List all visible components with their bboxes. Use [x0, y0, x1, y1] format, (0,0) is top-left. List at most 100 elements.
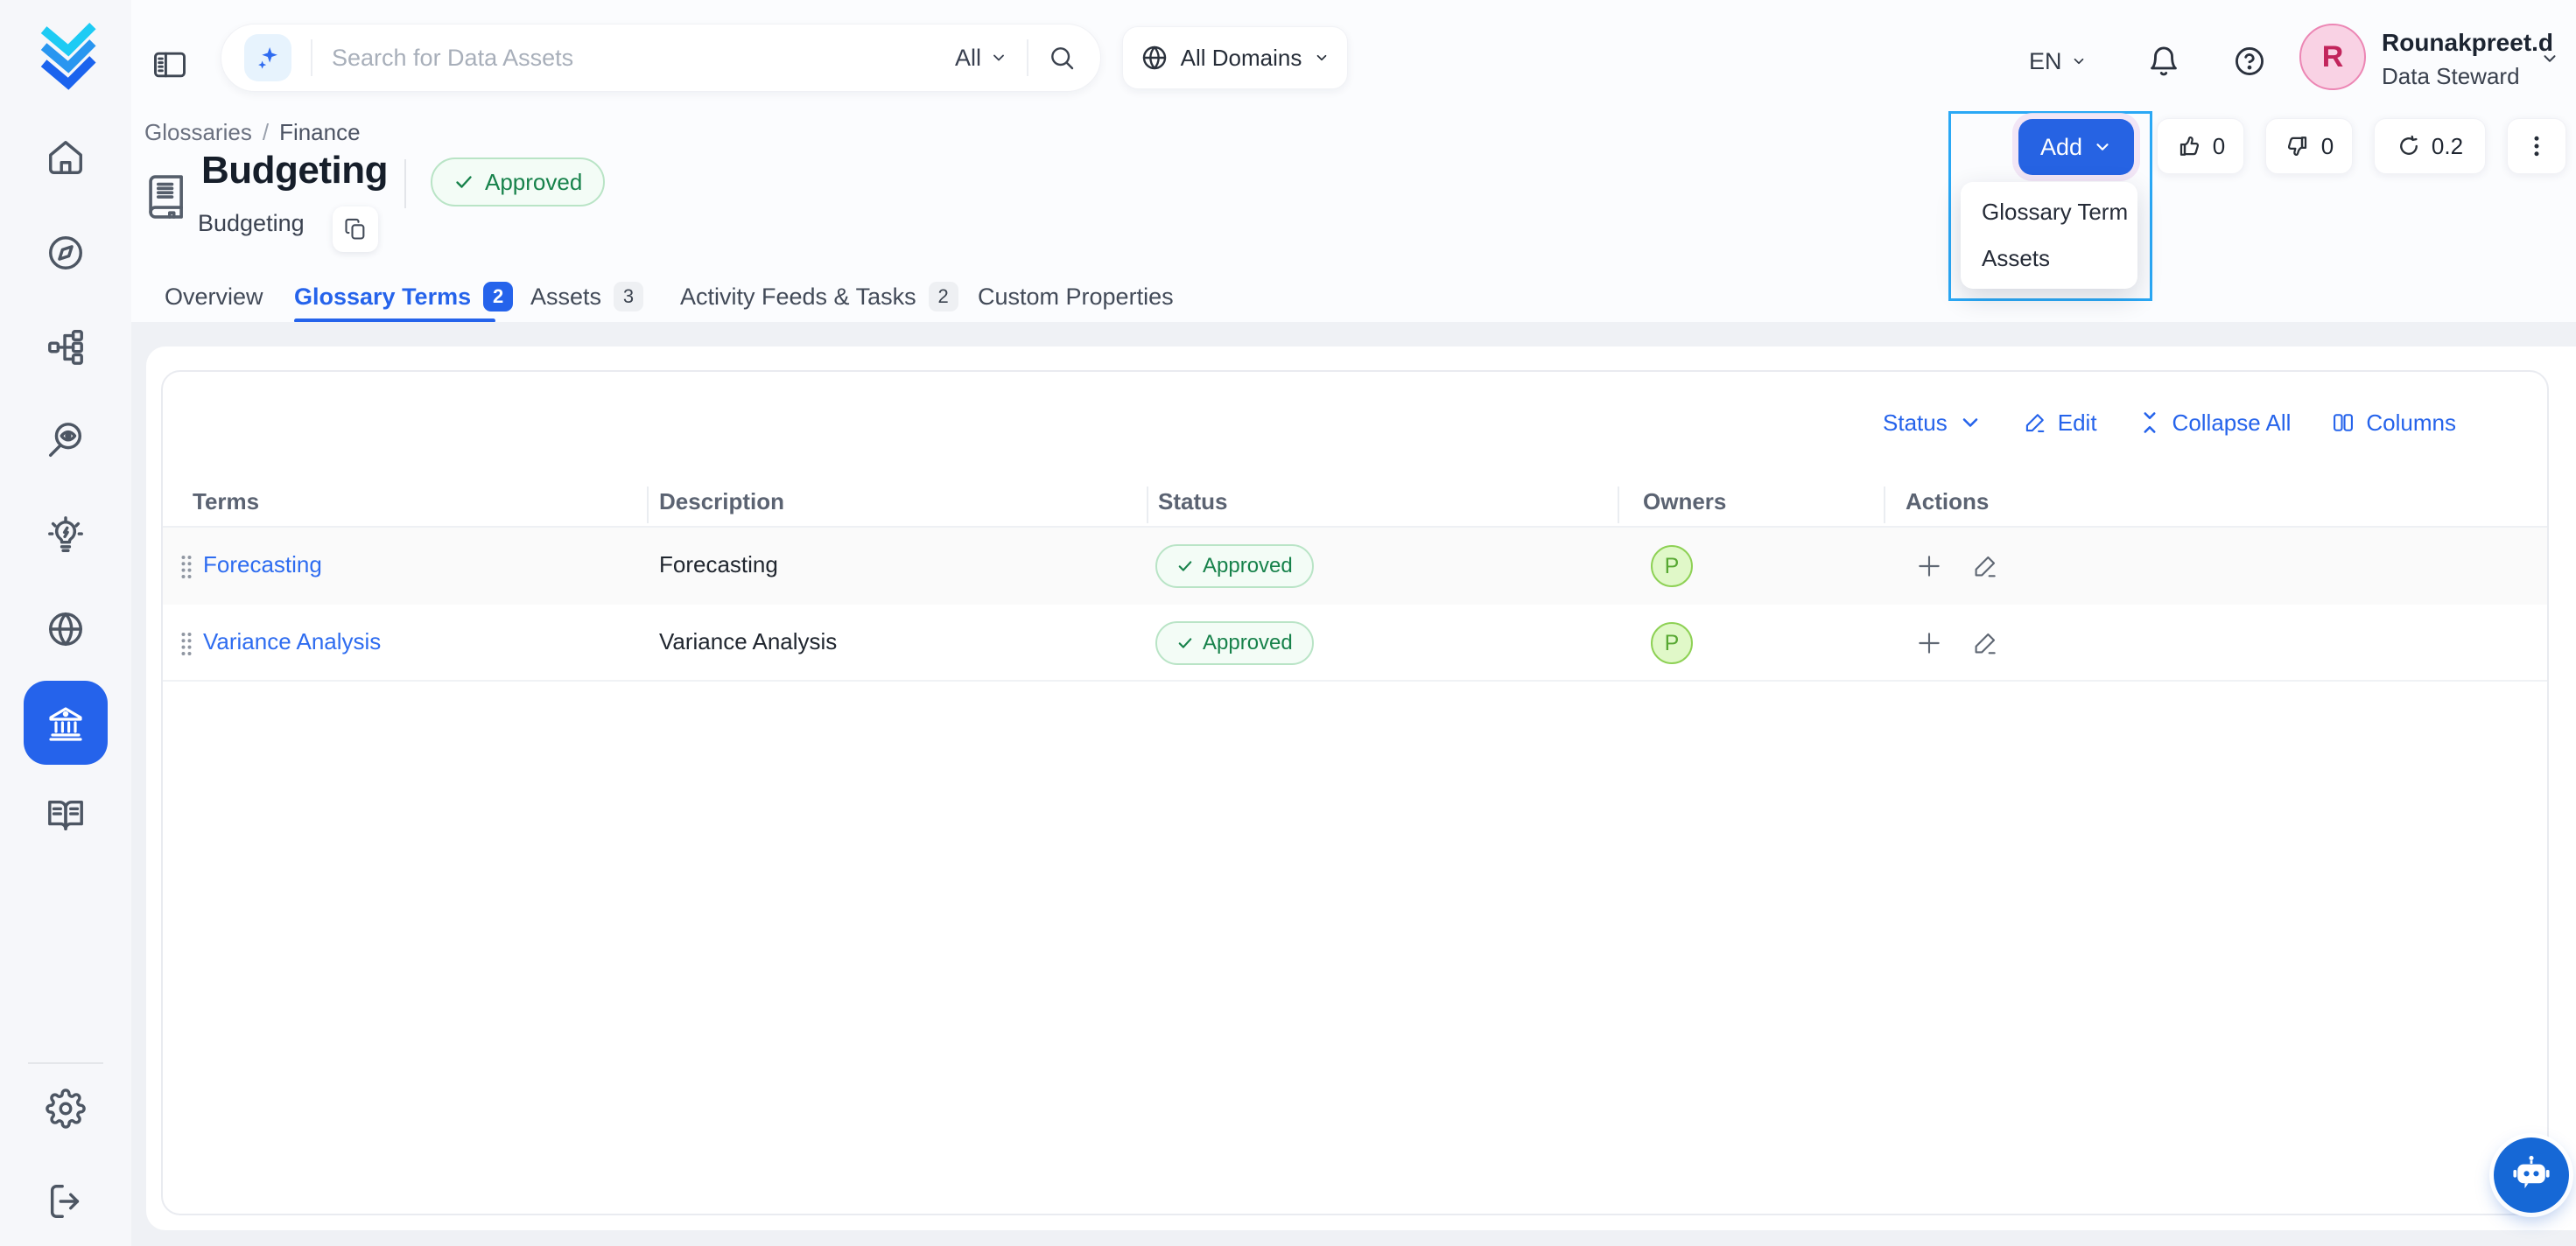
upvote-button[interactable]: 0 [2157, 118, 2244, 174]
tab-glossary-terms[interactable]: Glossary Terms 2 [294, 275, 513, 318]
status-badge: Approved [431, 158, 605, 206]
robot-icon [2510, 1154, 2552, 1196]
owner-initial: P [1665, 554, 1680, 579]
menu-item-assets[interactable]: Assets [1961, 235, 2137, 282]
column-separator [1147, 486, 1148, 523]
table-row[interactable]: Forecasting Forecasting Approved P [163, 528, 2547, 605]
column-separator [1884, 486, 1885, 523]
more-actions-button[interactable] [2507, 118, 2566, 174]
sidebar-item-glossary[interactable] [43, 793, 88, 838]
version-number: 0.2 [2432, 133, 2463, 160]
sparkle-icon [253, 43, 283, 73]
chevron-down-icon [990, 49, 1007, 66]
search-divider [1027, 39, 1028, 76]
notifications-button[interactable] [2143, 40, 2185, 82]
sidebar-item-settings[interactable] [43, 1086, 88, 1131]
collapse-vertical-icon [2137, 410, 2162, 435]
search-icon[interactable] [1048, 44, 1076, 72]
status-filter-label: Status [1883, 410, 1948, 437]
sidebar-item-governance-active[interactable] [24, 681, 108, 765]
tab-activity-feeds[interactable]: Activity Feeds & Tasks 2 [680, 275, 958, 318]
chat-bot-button[interactable] [2494, 1138, 2569, 1213]
chevron-down-icon [2071, 53, 2087, 69]
downvote-button[interactable]: 0 [2265, 118, 2353, 174]
sidebar-item-lineage[interactable] [43, 324, 88, 369]
add-button[interactable]: Add [2018, 119, 2134, 175]
term-description: Forecasting [659, 551, 778, 578]
add-button-label: Add [2040, 134, 2082, 161]
edit-term-icon[interactable] [1971, 552, 1999, 580]
sidebar-item-insights[interactable] [43, 513, 88, 558]
column-header-actions[interactable]: Actions [1906, 488, 1989, 515]
thumbs-down-icon [2285, 133, 2311, 159]
thumbs-up-icon [2176, 133, 2202, 159]
language-selector[interactable]: EN [2029, 42, 2087, 80]
sidebar-item-domains[interactable] [43, 606, 88, 652]
page-subtitle: Budgeting [198, 210, 305, 237]
tab-assets[interactable]: Assets 3 [530, 275, 643, 318]
user-menu-chevron[interactable] [2540, 49, 2559, 68]
page-title: Budgeting [201, 149, 388, 192]
column-header-status[interactable]: Status [1158, 488, 1227, 515]
search-scope-dropdown[interactable]: All [955, 45, 1007, 72]
owner-avatar[interactable]: P [1651, 545, 1693, 587]
tab-label: Activity Feeds & Tasks [680, 284, 916, 311]
sidebar-toggle-button[interactable] [147, 42, 193, 88]
drag-handle-icon[interactable] [179, 554, 193, 580]
ai-sparkle-button[interactable] [244, 34, 291, 81]
global-search-bar[interactable]: All [221, 24, 1101, 92]
all-domains-dropdown[interactable]: All Domains [1122, 26, 1348, 89]
menu-item-glossary-term[interactable]: Glossary Term [1961, 189, 2137, 235]
term-link[interactable]: Forecasting [203, 551, 322, 578]
version-button[interactable]: 0.2 [2374, 118, 2486, 174]
table-row[interactable]: Variance Analysis Variance Analysis Appr… [163, 605, 2547, 682]
columns-button[interactable]: Columns [2331, 410, 2456, 437]
column-header-description[interactable]: Description [659, 488, 784, 515]
status-badge-label: Approved [485, 169, 582, 196]
search-input[interactable] [332, 45, 955, 72]
tab-overview[interactable]: Overview [165, 275, 263, 318]
column-header-terms[interactable]: Terms [193, 488, 259, 515]
lineage-icon [46, 326, 86, 367]
column-separator [647, 486, 649, 523]
collapse-all-label: Collapse All [2172, 410, 2292, 437]
collapse-all-button[interactable]: Collapse All [2137, 410, 2292, 437]
edit-button[interactable]: Edit [2023, 410, 2097, 437]
tab-label: Custom Properties [978, 284, 1174, 311]
kebab-menu-icon [2523, 133, 2550, 159]
tab-label: Assets [530, 284, 601, 311]
sidebar-item-logout[interactable] [43, 1179, 88, 1224]
tab-custom-properties[interactable]: Custom Properties [978, 275, 1174, 318]
help-button[interactable] [2229, 40, 2271, 82]
sidebar-item-explore[interactable] [43, 230, 88, 276]
edit-term-icon[interactable] [1971, 629, 1999, 657]
check-icon [1176, 634, 1194, 652]
tab-label: Glossary Terms [294, 284, 471, 311]
owner-avatar[interactable]: P [1651, 622, 1693, 664]
status-filter-dropdown[interactable]: Status [1883, 410, 1983, 437]
history-icon [2397, 134, 2421, 158]
tab-count-badge: 2 [929, 282, 958, 312]
drag-handle-icon[interactable] [179, 631, 193, 657]
breadcrumb-glossaries[interactable]: Glossaries [144, 119, 252, 146]
term-status-label: Approved [1203, 554, 1293, 578]
title-divider [404, 159, 406, 208]
copy-button[interactable] [333, 206, 378, 252]
sidebar-item-home[interactable] [43, 135, 88, 180]
column-header-owners[interactable]: Owners [1643, 488, 1726, 515]
app-logo-icon[interactable] [27, 10, 109, 93]
check-icon [453, 172, 474, 192]
term-status-badge: Approved [1155, 621, 1314, 665]
add-child-term-icon[interactable] [1915, 629, 1943, 657]
downvote-count: 0 [2321, 133, 2334, 160]
term-link[interactable]: Variance Analysis [203, 628, 381, 655]
user-role: Data Steward [2382, 63, 2520, 90]
home-icon [46, 137, 86, 178]
user-avatar[interactable]: R [2299, 24, 2366, 90]
term-status-label: Approved [1203, 631, 1293, 655]
owner-initial: P [1665, 631, 1680, 656]
sidebar [0, 0, 131, 1246]
breadcrumb-finance[interactable]: Finance [279, 119, 361, 146]
add-child-term-icon[interactable] [1915, 552, 1943, 580]
sidebar-item-observability[interactable] [43, 417, 88, 463]
